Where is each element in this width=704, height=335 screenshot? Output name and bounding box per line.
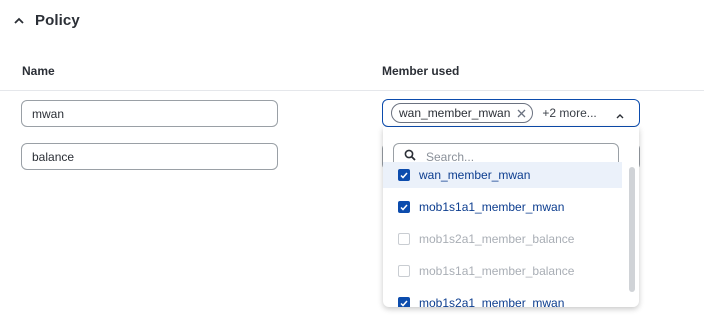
option-label: mob1s1a1_member_balance	[419, 264, 575, 278]
member-chip: wan_member_mwan	[391, 103, 534, 123]
option-mob1s1a1-member-balance: mob1s1a1_member_balance	[383, 258, 622, 284]
checkbox-unchecked-icon	[398, 233, 410, 245]
checkbox-checked-icon[interactable]	[398, 297, 410, 307]
member-chip-label: wan_member_mwan	[399, 106, 511, 120]
more-count: +2 more...	[542, 106, 597, 120]
scrollbar-thumb[interactable]	[629, 167, 635, 292]
name-input-mwan[interactable]	[21, 100, 278, 127]
option-mob1s2a1-member-balance: mob1s2a1_member_balance	[383, 226, 622, 252]
column-header-name: Name	[22, 64, 55, 78]
option-label: mob1s2a1_member_mwan	[419, 296, 565, 307]
member-multiselect[interactable]: wan_member_mwan +2 more...	[382, 99, 640, 127]
option-label: mob1s2a1_member_balance	[419, 232, 575, 246]
checkbox-checked-icon[interactable]	[398, 201, 410, 213]
option-mob1s1a1-member-mwan[interactable]: mob1s1a1_member_mwan	[383, 194, 622, 220]
option-label: mob1s1a1_member_mwan	[419, 200, 565, 214]
dropdown-scrollbar[interactable]	[629, 167, 635, 292]
checkbox-checked-icon[interactable]	[398, 169, 410, 181]
header-divider	[0, 90, 704, 91]
close-icon[interactable]	[516, 108, 526, 118]
checkbox-unchecked-icon	[398, 265, 410, 277]
column-header-member-used: Member used	[382, 64, 460, 78]
option-label: wan_member_mwan	[419, 168, 531, 182]
section-header-policy[interactable]: Policy	[13, 9, 80, 31]
option-wan-member-mwan[interactable]: wan_member_mwan	[383, 162, 622, 188]
section-title: Policy	[35, 11, 80, 29]
chevron-up-icon[interactable]	[13, 14, 25, 26]
member-dropdown: wan_member_mwan mob1s1a1_member_mwan mob…	[383, 127, 639, 307]
chevron-up-icon[interactable]	[615, 108, 625, 119]
name-input-balance[interactable]	[21, 143, 278, 170]
option-mob1s2a1-member-mwan[interactable]: mob1s2a1_member_mwan	[383, 290, 622, 307]
